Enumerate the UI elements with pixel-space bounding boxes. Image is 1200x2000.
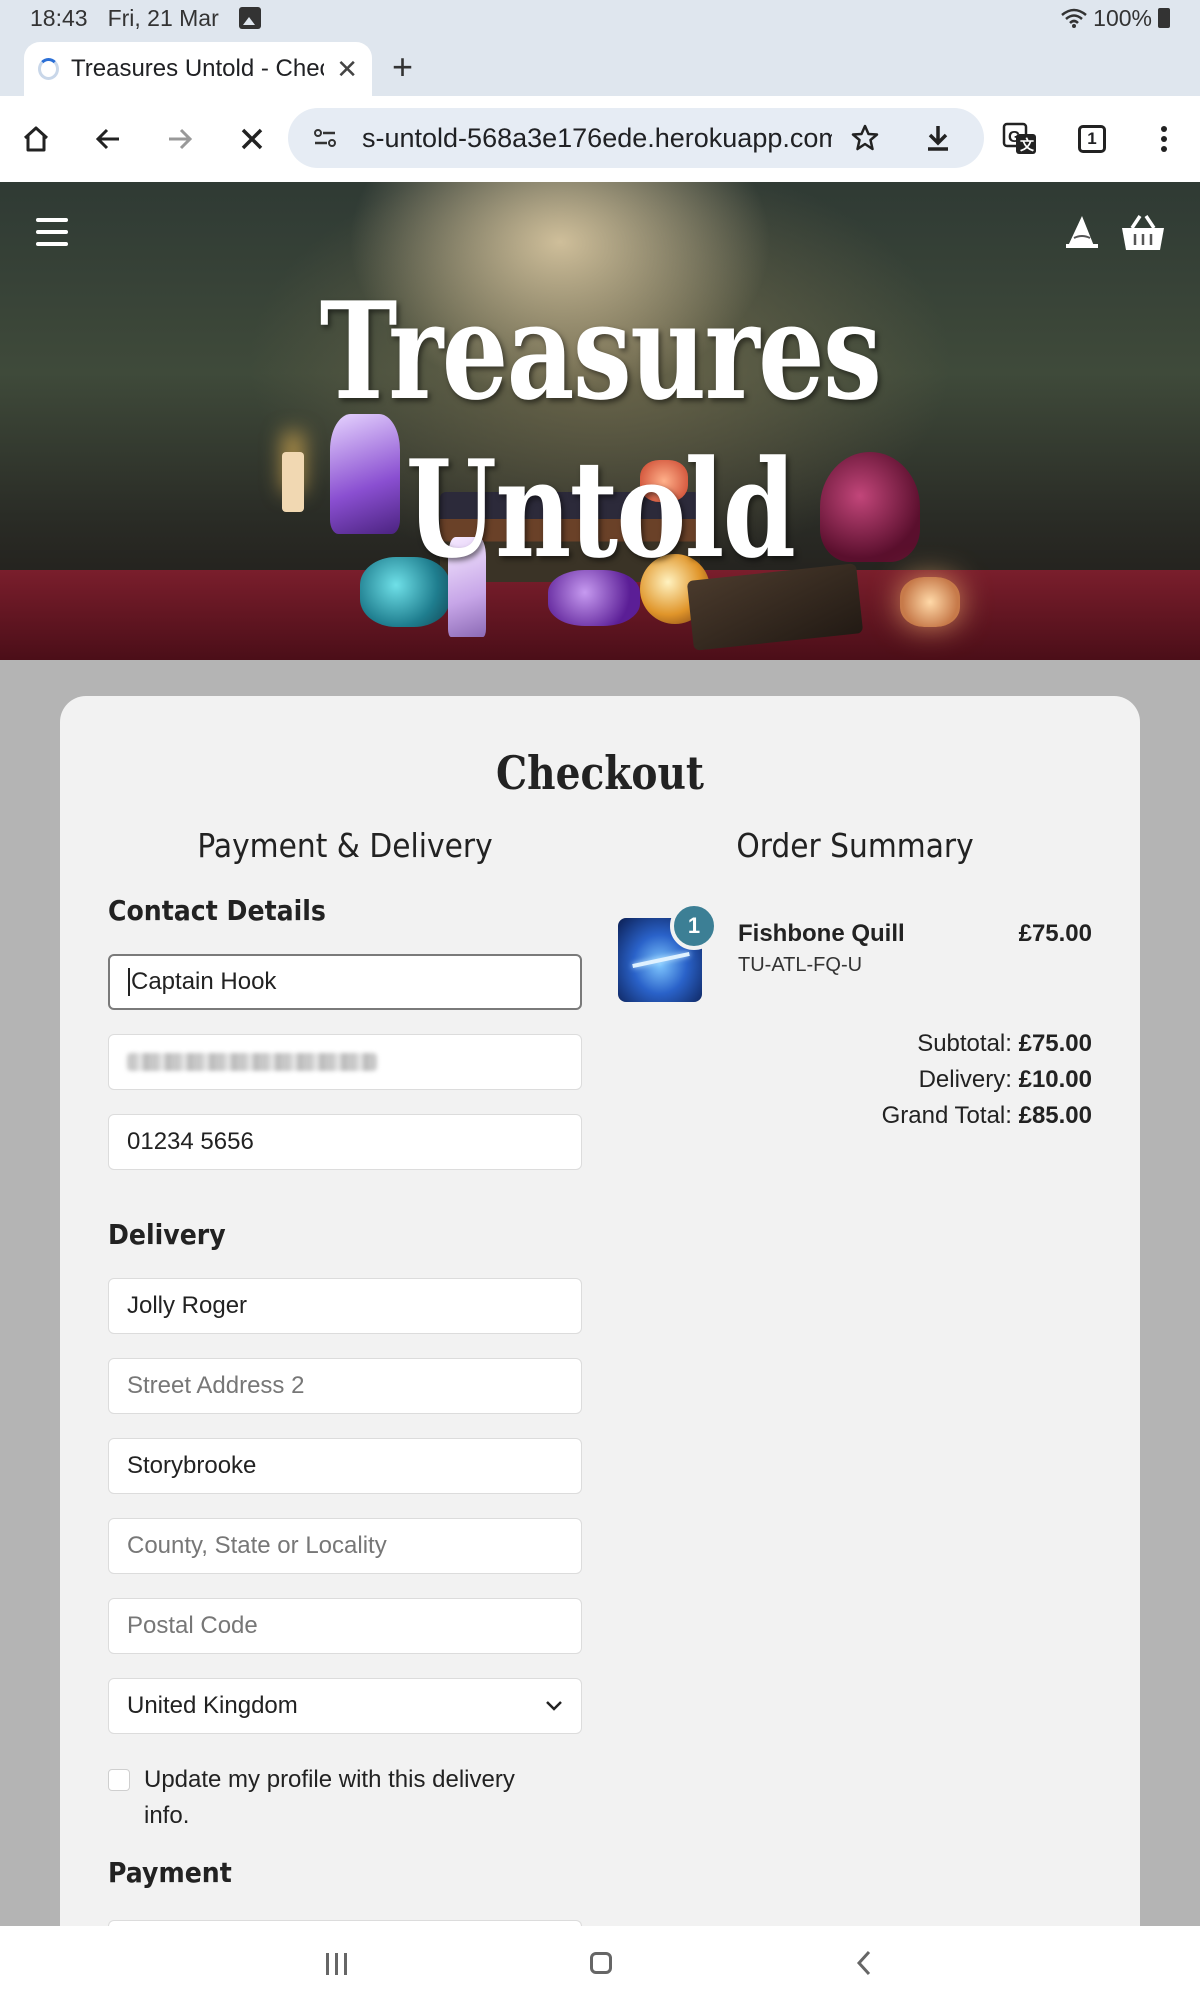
phone-value: 01234 5656 bbox=[127, 1128, 254, 1155]
full-name-value: Captain Hook bbox=[131, 968, 277, 995]
delivery-label: Delivery: bbox=[918, 1066, 1012, 1093]
checkout-card: Checkout Payment & Delivery Order Summar… bbox=[60, 696, 1140, 2000]
svg-text:文: 文 bbox=[1020, 137, 1035, 153]
wifi-icon bbox=[1061, 8, 1087, 28]
chevron-down-icon bbox=[546, 1701, 562, 1711]
town-value: Storybrooke bbox=[127, 1452, 257, 1479]
site-logo[interactable]: Treasures Untold bbox=[132, 272, 1068, 588]
basket-icon[interactable] bbox=[1120, 212, 1166, 252]
street-address-1-field[interactable]: Jolly Roger bbox=[108, 1278, 582, 1334]
url-text[interactable]: s-untold-568a3e176ede.herokuapp.com bbox=[362, 123, 832, 154]
street-address-2-field[interactable]: Street Address 2 bbox=[108, 1358, 582, 1414]
street-address-1-value: Jolly Roger bbox=[127, 1292, 248, 1319]
order-totals: Subtotal: £75.00 Delivery: £10.00 Grand … bbox=[882, 1026, 1092, 1134]
quill-image bbox=[632, 952, 690, 968]
date: Fri, 21 Mar bbox=[107, 4, 219, 31]
browser-toolbar: s-untold-568a3e176ede.herokuapp.com G文 1 bbox=[0, 96, 1200, 182]
delivery-value: £10.00 bbox=[1018, 1066, 1092, 1093]
delivery-heading: Delivery bbox=[108, 1218, 226, 1251]
page-title: Checkout bbox=[496, 746, 704, 800]
email-field[interactable] bbox=[108, 1034, 582, 1090]
county-field[interactable]: County, State or Locality bbox=[108, 1518, 582, 1574]
back-icon[interactable] bbox=[78, 96, 138, 182]
grand-total-value: £85.00 bbox=[1018, 1102, 1092, 1129]
save-info-row: Update my profile with this delivery inf… bbox=[108, 1762, 548, 1834]
item-price: £75.00 bbox=[1018, 920, 1092, 947]
county-placeholder: County, State or Locality bbox=[127, 1532, 387, 1559]
tabs-icon[interactable]: 1 bbox=[1062, 96, 1122, 182]
save-info-checkbox[interactable] bbox=[108, 1769, 130, 1791]
wizard-hat-icon[interactable] bbox=[1064, 212, 1100, 252]
item-name: Fishbone Quill bbox=[738, 920, 905, 947]
new-tab-icon[interactable]: + bbox=[392, 46, 413, 88]
address-bar[interactable]: s-untold-568a3e176ede.herokuapp.com bbox=[288, 108, 984, 168]
full-name-field[interactable]: Captain Hook bbox=[108, 954, 582, 1010]
order-summary-heading: Order Summary bbox=[736, 826, 974, 865]
contact-details-heading: Contact Details bbox=[108, 894, 326, 927]
more-icon[interactable] bbox=[1134, 96, 1194, 182]
home-button-icon[interactable] bbox=[590, 1952, 612, 1974]
quantity-badge: 1 bbox=[670, 902, 718, 950]
text-cursor bbox=[128, 968, 130, 996]
bookmark-star-icon[interactable] bbox=[850, 123, 880, 153]
street-address-2-placeholder: Street Address 2 bbox=[127, 1372, 305, 1399]
clock: 18:43 bbox=[30, 4, 88, 31]
postcode-placeholder: Postal Code bbox=[127, 1612, 258, 1639]
site-settings-icon[interactable] bbox=[312, 125, 338, 151]
stop-icon[interactable] bbox=[222, 96, 282, 182]
battery-level: 100% bbox=[1093, 4, 1152, 31]
subtotal-label: Subtotal: bbox=[917, 1030, 1012, 1057]
system-back-icon[interactable] bbox=[856, 1950, 872, 1976]
postcode-field[interactable]: Postal Code bbox=[108, 1598, 582, 1654]
payment-delivery-heading: Payment & Delivery bbox=[197, 826, 493, 865]
item-sku: TU-ATL-FQ-U bbox=[738, 954, 863, 976]
hero-banner: Treasures Untold bbox=[0, 182, 1200, 660]
gallery-notification-icon bbox=[238, 7, 261, 29]
close-tab-icon[interactable]: ✕ bbox=[336, 54, 358, 85]
save-info-label[interactable]: Update my profile with this delivery inf… bbox=[144, 1762, 548, 1834]
grand-total-label: Grand Total: bbox=[881, 1102, 1012, 1129]
menu-icon[interactable] bbox=[36, 218, 68, 254]
grand-total-row: Grand Total: £85.00 bbox=[882, 1098, 1092, 1134]
delivery-row: Delivery: £10.00 bbox=[882, 1062, 1092, 1098]
battery-icon bbox=[1158, 8, 1170, 28]
phone-field[interactable]: 01234 5656 bbox=[108, 1114, 582, 1170]
tab-strip: Treasures Untold - Checkout ✕ + bbox=[0, 36, 1200, 96]
subtotal-value: £75.00 bbox=[1018, 1030, 1092, 1057]
forward-icon[interactable] bbox=[150, 96, 210, 182]
email-value-redacted bbox=[127, 1053, 377, 1071]
browser-tab[interactable]: Treasures Untold - Checkout ✕ bbox=[24, 42, 372, 96]
loading-spinner-icon bbox=[38, 58, 59, 80]
download-icon[interactable] bbox=[924, 123, 952, 153]
system-nav-bar bbox=[0, 1926, 1200, 2000]
subtotal-row: Subtotal: £75.00 bbox=[882, 1026, 1092, 1062]
status-bar: 18:43 Fri, 21 Mar 100% bbox=[0, 0, 1200, 36]
recents-icon[interactable] bbox=[326, 1953, 347, 1975]
country-select[interactable]: United Kingdom bbox=[108, 1678, 582, 1734]
translate-icon[interactable]: G文 bbox=[990, 96, 1050, 182]
tab-title: Treasures Untold - Checkout bbox=[71, 55, 324, 82]
country-value: United Kingdom bbox=[127, 1692, 298, 1719]
payment-heading: Payment bbox=[108, 1856, 232, 1889]
home-icon[interactable] bbox=[6, 96, 66, 182]
town-field[interactable]: Storybrooke bbox=[108, 1438, 582, 1494]
tab-count: 1 bbox=[1078, 125, 1106, 153]
